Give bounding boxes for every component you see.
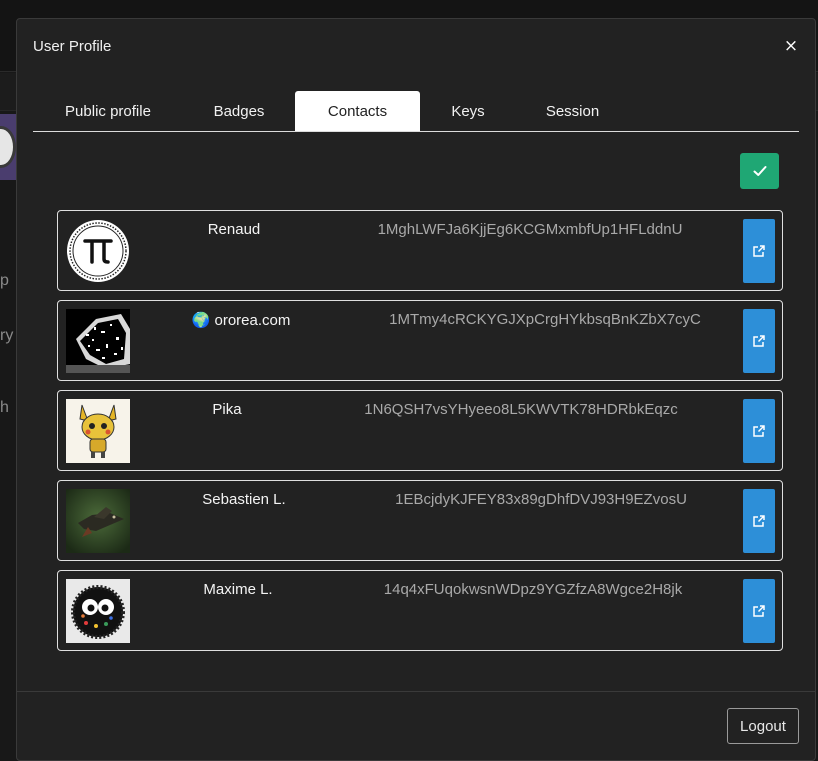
contact-address: 1N6QSH7vsYHyeeo8L5KWVTK78HDRbkEqzc [364, 401, 678, 418]
tab-contacts[interactable]: Contacts [295, 91, 420, 131]
open-contact-button[interactable] [743, 579, 775, 643]
open-contact-button[interactable] [743, 489, 775, 553]
contact-avatar [66, 489, 130, 553]
contact-address: 1EBcjdyKJFEY83x89gDhfDVJ93H9EZvosU [395, 491, 687, 508]
check-icon [753, 166, 766, 176]
contact-avatar [66, 579, 130, 643]
contact-row: 🌍 ororea.com 1MTmy4cRCKYGJXpCrgHYkbsqBnK… [57, 300, 783, 381]
tab-public-profile[interactable]: Public profile [33, 91, 183, 131]
contact-avatar [66, 219, 130, 283]
contact-avatar [66, 399, 130, 463]
modal-title: User Profile [33, 38, 112, 55]
fuzzy-creature [66, 579, 130, 643]
contact-name: 🌍 ororea.com [191, 312, 291, 329]
tab-badges[interactable]: Badges [183, 91, 295, 131]
tab-keys[interactable]: Keys [420, 91, 516, 131]
profile-tabs: Public profile Badges Contacts Keys Sess… [33, 91, 799, 132]
modal-header: User Profile × [17, 19, 815, 74]
open-contact-button[interactable] [743, 219, 775, 283]
contact-row: Pika 1N6QSH7vsYHyeeo8L5KWVTK78HDRbkEqzc [57, 390, 783, 471]
contact-list: Renaud 1MghLWFJa6KjjEg6KCGMxmbfUp1HFLddn… [57, 210, 783, 660]
background-text: h [0, 399, 9, 416]
background-text: ry [0, 327, 14, 344]
contact-address: 1MghLWFJa6KjjEg6KCGMxmbfUp1HFLddnU [377, 221, 683, 238]
contact-address: 1MTmy4cRCKYGJXpCrgHYkbsqBnKZbX7cyC [389, 311, 701, 328]
background-text: p [0, 272, 9, 289]
confirm-button[interactable] [740, 153, 779, 189]
external-link-icon [753, 605, 765, 617]
contact-row: Sebastien L. 1EBcjdyKJFEY83x89gDhfDVJ93H… [57, 480, 783, 561]
contact-name: Sebastien L. [202, 491, 286, 508]
contact-row: Maxime L. 14q4xFUqokwsnWDpz9YGZfzA8Wgce2… [57, 570, 783, 651]
contact-avatar [66, 309, 130, 373]
contact-name: Maxime L. [203, 581, 273, 598]
external-link-icon [753, 245, 765, 257]
close-button[interactable]: × [783, 37, 799, 55]
noise-image [66, 309, 130, 373]
tab-session[interactable]: Session [516, 91, 629, 131]
contact-row: Renaud 1MghLWFJa6KjjEg6KCGMxmbfUp1HFLddn… [57, 210, 783, 291]
modal-footer: Logout [17, 691, 815, 761]
contact-name: Renaud [207, 221, 261, 238]
pikachu-drawing [66, 399, 130, 463]
external-link-icon [753, 425, 765, 437]
contact-address: 14q4xFUqokwsnWDpz9YGZfzA8Wgce2H8jk [383, 581, 683, 598]
external-link-icon [753, 335, 765, 347]
logout-button[interactable]: Logout [727, 708, 799, 744]
external-link-icon [753, 515, 765, 527]
contact-name: Pika [212, 401, 242, 418]
open-contact-button[interactable] [743, 309, 775, 373]
pi-icon [67, 220, 129, 282]
user-profile-modal: User Profile × Public profile Badges Con… [16, 18, 816, 761]
open-contact-button[interactable] [743, 399, 775, 463]
bird-photo [66, 489, 130, 553]
